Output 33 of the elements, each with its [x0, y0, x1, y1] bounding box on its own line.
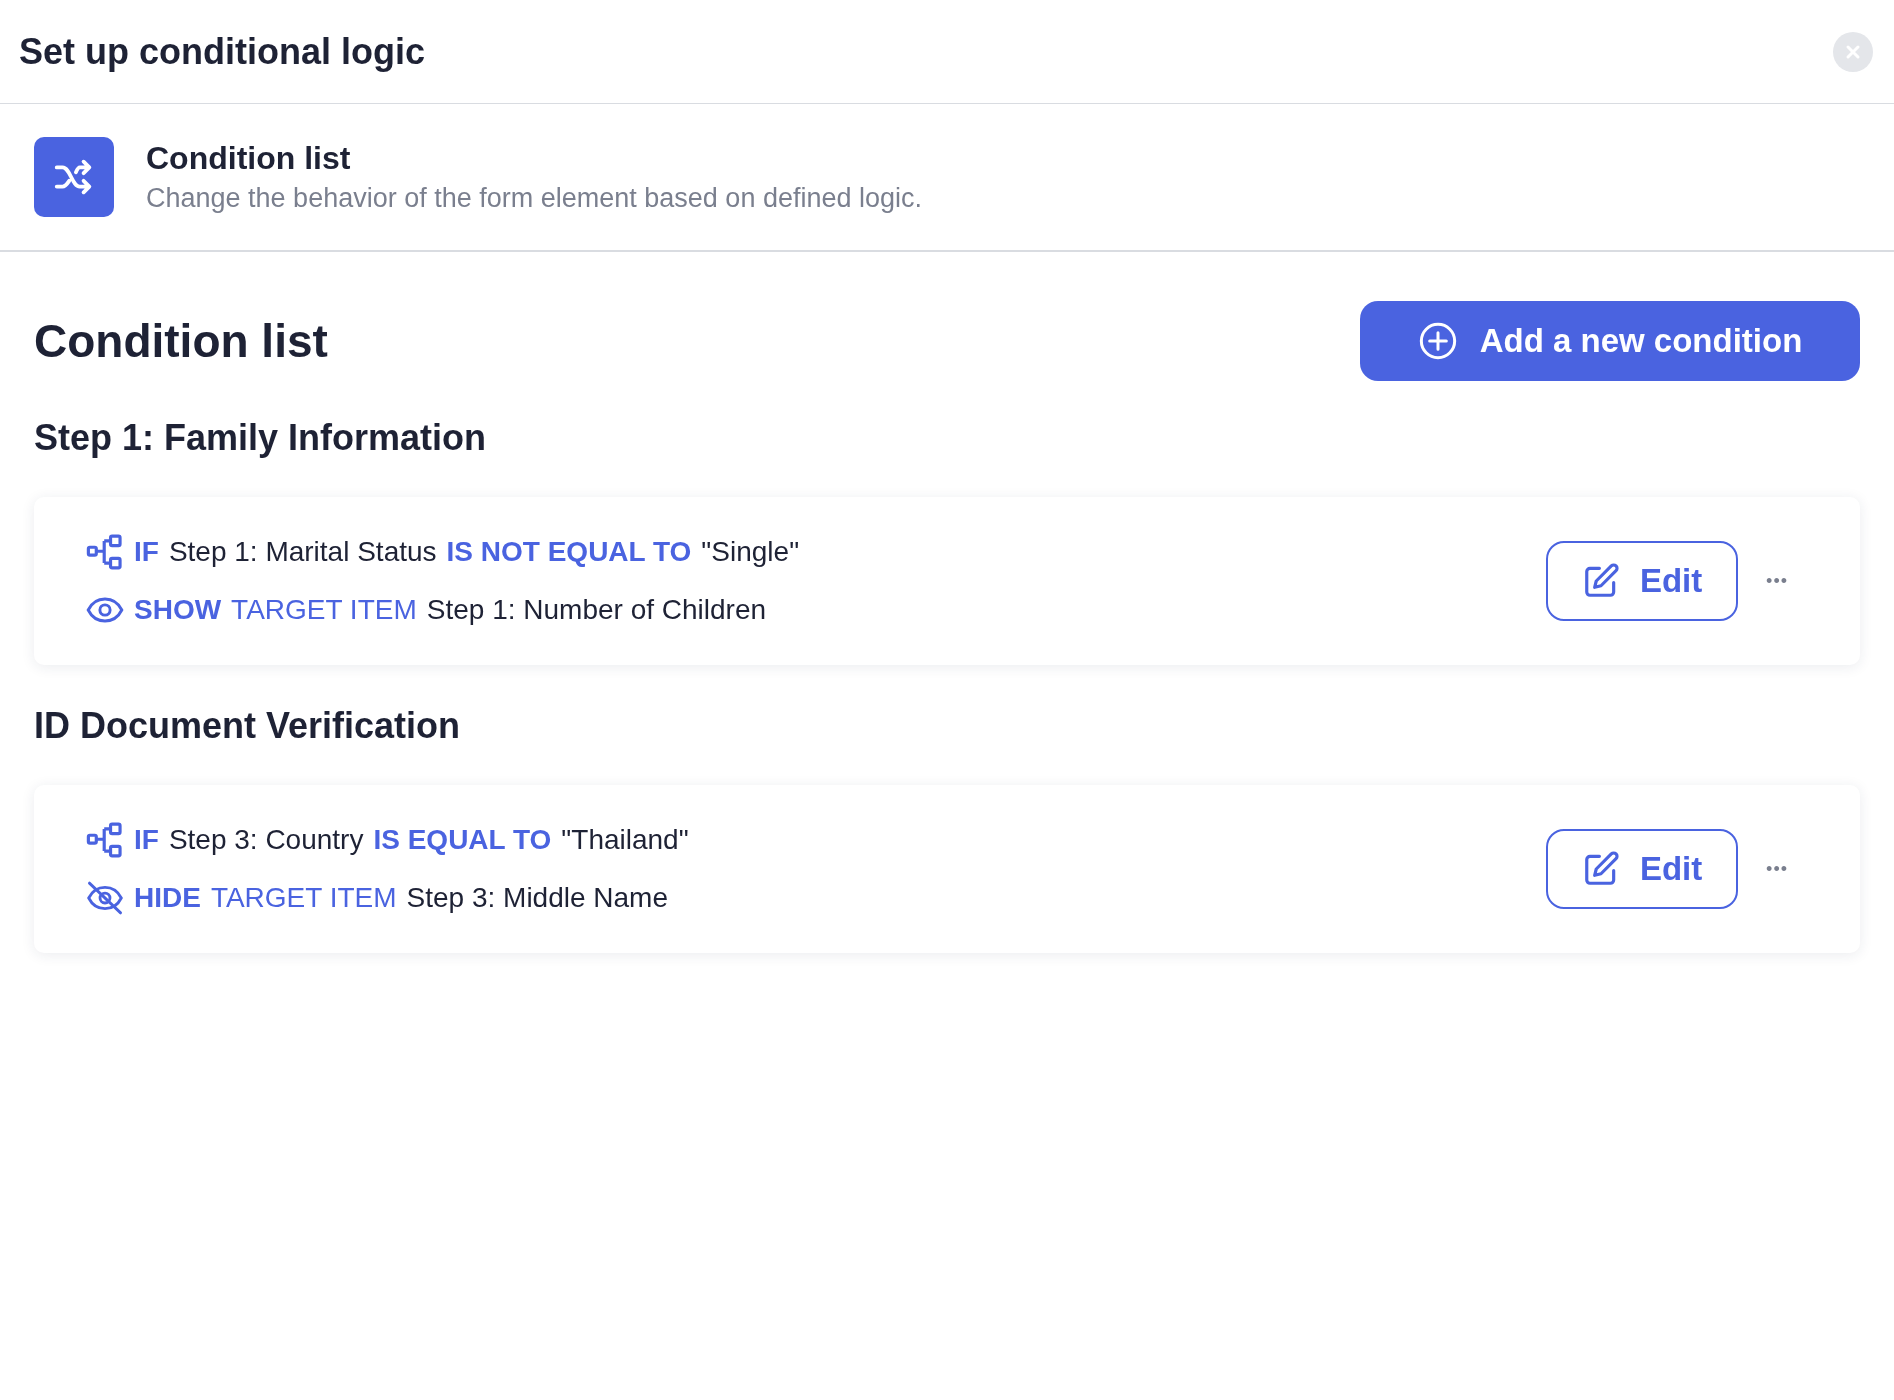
more-button[interactable]: •••	[1766, 567, 1788, 595]
if-keyword: IF	[134, 823, 159, 857]
close-button[interactable]	[1833, 31, 1873, 72]
dialog-title: Set up conditional logic	[19, 29, 425, 74]
eye-icon	[86, 595, 124, 625]
target-item: Step 1: Number of Children	[426, 593, 767, 627]
edit-button[interactable]: Edit	[1546, 541, 1739, 621]
action-keyword: HIDE	[134, 881, 201, 915]
condition-value: "Thailand"	[561, 823, 689, 857]
eye-crossed-icon	[86, 881, 124, 915]
target-label: TARGET ITEM	[231, 593, 417, 627]
condition-operator: IS EQUAL TO	[373, 823, 552, 857]
add-condition-button[interactable]: Add a new condition	[1360, 301, 1860, 381]
plus-circle-icon	[1417, 321, 1458, 361]
group-heading: Step 1: Family Information	[34, 416, 488, 460]
branch-icon	[86, 821, 124, 859]
shuffle-icon	[34, 137, 114, 217]
condition-operator: IS NOT EQUAL TO	[446, 535, 692, 569]
info-title: Condition list	[146, 139, 352, 179]
target-label: TARGET ITEM	[210, 881, 397, 915]
group-heading: ID Document Verification	[34, 704, 462, 748]
close-icon	[1845, 43, 1861, 60]
target-item: Step 3: Middle Name	[406, 881, 668, 915]
more-button[interactable]: •••	[1766, 855, 1788, 883]
if-keyword: IF	[134, 535, 159, 569]
condition-field: Step 1: Marital Status	[168, 531, 437, 573]
section-heading: Condition list	[34, 313, 328, 369]
edit-button[interactable]: Edit	[1546, 829, 1739, 909]
condition-field: Step 3: Country	[168, 819, 364, 861]
branch-icon	[86, 533, 124, 571]
info-description: Change the behavior of the form element based on defined logic.	[146, 182, 922, 216]
condition-value: "Single"	[701, 535, 800, 569]
action-keyword: SHOW	[134, 593, 222, 627]
